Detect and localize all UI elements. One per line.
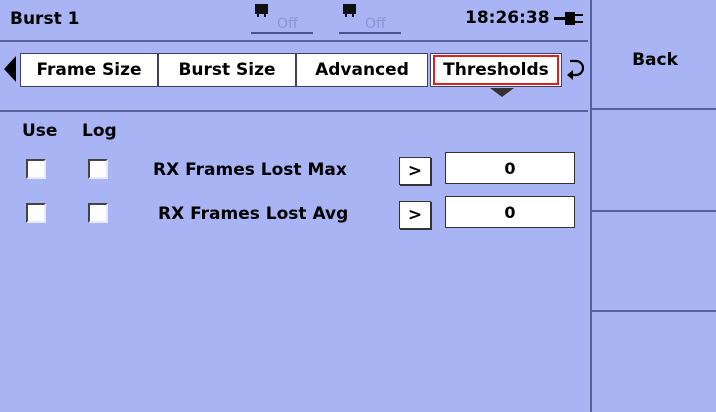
softkey-panel: Back xyxy=(590,0,716,412)
active-tab-indicator-icon xyxy=(490,88,514,97)
tab-bar: Frame Size Burst Size Advanced Threshold… xyxy=(0,42,588,112)
thresholds-panel: Use Log RX Frames Lost Max > 0 RX Frames… xyxy=(0,112,588,412)
scroll-left-arrow-icon[interactable] xyxy=(4,56,16,82)
softkey-2[interactable] xyxy=(592,110,716,212)
tab-burst-size[interactable]: Burst Size xyxy=(158,53,296,87)
softkey-4[interactable] xyxy=(592,312,716,412)
ac-plug-icon xyxy=(554,11,584,25)
back-button[interactable]: Back xyxy=(592,0,716,110)
port-icon xyxy=(255,4,268,17)
clock: 18:26:38 xyxy=(465,8,550,28)
log-checkbox-rx-frames-lost-avg[interactable] xyxy=(88,203,108,223)
back-button-label: Back xyxy=(632,50,678,70)
tab-thresholds[interactable]: Thresholds xyxy=(430,53,562,87)
log-checkbox-rx-frames-lost-max[interactable] xyxy=(88,159,108,179)
tab-label: Advanced xyxy=(315,60,409,80)
rx-frames-lost-avg-field[interactable]: 0 xyxy=(445,196,575,228)
port-2-status: Off xyxy=(339,4,401,36)
page-title: Burst 1 xyxy=(10,9,80,29)
use-checkbox-rx-frames-lost-avg[interactable] xyxy=(26,203,46,223)
screen: Burst 1 Off Off 18:26:38 Frame Size Burs… xyxy=(0,0,716,412)
port-1-status: Off xyxy=(251,4,313,36)
row-label-rx-frames-lost-max: RX Frames Lost Max xyxy=(153,160,347,180)
tab-label: Thresholds xyxy=(433,55,559,85)
row-label-rx-frames-lost-avg: RX Frames Lost Avg xyxy=(158,204,349,224)
log-column-header: Log xyxy=(82,121,117,141)
rx-frames-lost-max-field[interactable]: 0 xyxy=(445,152,575,184)
softkey-3[interactable] xyxy=(592,212,716,312)
port-2-status-label: Off xyxy=(365,16,386,32)
select-value-button-max[interactable]: > xyxy=(399,157,431,185)
select-value-button-avg[interactable]: > xyxy=(399,201,431,229)
tab-label: Burst Size xyxy=(178,60,276,80)
tab-advanced[interactable]: Advanced xyxy=(296,53,428,87)
status-bar: Burst 1 Off Off 18:26:38 xyxy=(0,0,588,42)
tab-label: Frame Size xyxy=(36,60,142,80)
wrap-around-icon[interactable] xyxy=(564,58,584,84)
port-1-status-label: Off xyxy=(277,16,298,32)
use-checkbox-rx-frames-lost-max[interactable] xyxy=(26,159,46,179)
port-icon xyxy=(343,4,356,17)
tab-frame-size[interactable]: Frame Size xyxy=(20,53,158,87)
use-column-header: Use xyxy=(22,121,58,141)
